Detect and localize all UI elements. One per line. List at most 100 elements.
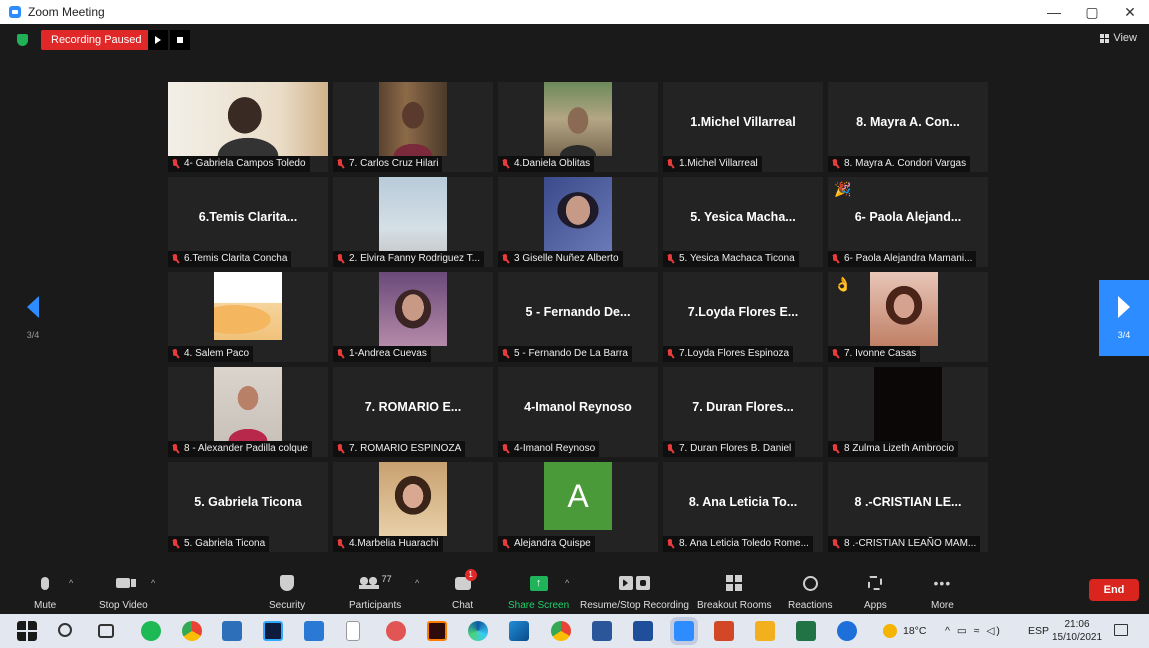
chat-unread-badge: 1 [464,569,477,581]
media-player-icon[interactable] [304,621,324,641]
participant-tile[interactable]: 7. ROMARIO E... 7. ROMARIO ESPINOZA [333,367,493,457]
illustrator-icon[interactable] [427,621,447,641]
chrome-icon[interactable] [182,621,202,641]
participant-tile[interactable]: 1-Andrea Cuevas [333,272,493,362]
next-page-button[interactable]: 3/4 [1099,280,1149,356]
participant-tile[interactable]: 4.Daniela Oblitas [498,82,658,172]
photos-icon[interactable] [509,621,529,641]
system-tray-icons[interactable]: ^ ▭ ≈ ◁) [945,614,1002,648]
participant-tile[interactable]: 8. Ana Leticia To... 8. Ana Leticia Toled… [663,462,823,552]
file-explorer-icon[interactable] [755,621,775,641]
participant-tile[interactable]: 👌 7. Ivonne Casas [828,272,988,362]
microphone-icon [41,576,50,590]
participant-tile[interactable]: 1.Michel Villarreal 1.Michel Villarreal [663,82,823,172]
security-shield-icon [280,575,295,591]
participant-tile[interactable]: 6.Temis Clarita... 6.Temis Clarita Concha [168,177,328,267]
participant-tile[interactable]: 5. Gabriela Ticona 5. Gabriela Ticona [168,462,328,552]
resume-stop-recording-button[interactable]: Resume/Stop Recording [580,572,689,611]
weather-widget[interactable]: 18°C [883,614,926,648]
participant-video [379,462,447,536]
photoshop-icon[interactable] [263,621,283,641]
notification-icon[interactable] [1114,624,1128,636]
help-icon[interactable] [837,621,857,641]
spotify-icon[interactable] [141,621,161,641]
view-label: View [1113,32,1137,44]
end-meeting-button[interactable]: End [1089,579,1139,601]
reactions-button[interactable]: Reactions [788,572,832,611]
close-button[interactable]: ✕ [1111,0,1149,24]
zoom-taskbar-icon[interactable] [674,621,694,641]
participant-name-label: 4. Salem Paco [168,346,254,362]
store-icon[interactable] [222,621,242,641]
chrome-profile-icon[interactable] [551,621,571,641]
participant-tile[interactable]: 5. Yesica Macha... 5. Yesica Machaca Tico… [663,177,823,267]
input-language[interactable]: ESP [1028,614,1049,648]
participant-tile[interactable]: 8 .-CRISTIAN LE... 8 .-CRISTIAN LEAÑO MAM… [828,462,988,552]
security-label: Security [269,600,306,611]
excel-icon[interactable] [796,621,816,641]
taskbar-clock[interactable]: 21:06 15/10/2021 [1051,618,1103,644]
clock-time: 21:06 [1064,619,1090,630]
stop-recording-button[interactable] [170,30,190,50]
apps-button[interactable]: Apps [864,572,887,611]
audio-options-caret[interactable]: ^ [69,578,73,588]
minimize-button[interactable]: — [1035,0,1073,24]
muted-mic-icon [831,159,839,169]
chat-button[interactable]: 1 Chat [452,569,477,611]
encryption-shield-icon[interactable] [17,34,28,46]
participant-name: 8. Ana Leticia Toledo Rome... [679,538,809,549]
participant-tile[interactable]: 4. Salem Paco [168,272,328,362]
previous-page-button[interactable]: 3/4 [8,280,58,356]
muted-mic-icon [171,159,179,169]
resume-recording-button[interactable] [148,30,168,50]
participant-tile[interactable]: 6- Paola Alejand... 🎉 6- Paola Alejandra M… [828,177,988,267]
more-button[interactable]: ••• More [931,572,954,611]
participant-tile[interactable]: 2. Elvira Fanny Rodriguez T... [333,177,493,267]
participant-tile[interactable]: 7. Duran Flores... 7. Duran Flores B. Dan… [663,367,823,457]
edge-icon[interactable] [468,621,488,641]
meeting-stage: Recording Paused View 3/4 4- Gabriela Ca… [8,24,1149,568]
participants-icon [358,577,379,589]
participant-video [379,177,447,251]
participant-tile[interactable]: 4-Imanol Reynoso 4-Imanol Reynoso [498,367,658,457]
word-icon[interactable] [592,621,612,641]
breakout-rooms-button[interactable]: Breakout Rooms [697,572,771,611]
share-screen-button[interactable]: ↑ Share Screen [508,572,569,611]
participant-tile[interactable]: 7.Loyda Flores E... 7.Loyda Flores Espino… [663,272,823,362]
participant-name-label: 8. Mayra A. Condori Vargas [828,156,971,172]
mute-button[interactable]: Mute [34,572,56,611]
file-icon[interactable] [346,621,360,641]
participant-tile[interactable]: 8. Mayra A. Con... 8. Mayra A. Condori Va… [828,82,988,172]
app-icon-red[interactable] [386,621,406,641]
view-button[interactable]: View [1100,32,1137,44]
chat-label: Chat [452,600,474,611]
participant-display-name: 6.Temis Clarita... [198,210,298,224]
participant-display-name: 7. ROMARIO E... [364,400,462,414]
participant-tile[interactable]: 5 - Fernando De... 5 - Fernando De La Bar… [498,272,658,362]
participants-button[interactable]: 77 Participants [349,572,401,611]
search-icon[interactable] [58,623,72,637]
security-button[interactable]: Security [269,572,305,611]
participant-tile[interactable]: 3 Giselle Nuñez Alberto [498,177,658,267]
muted-mic-icon [171,349,179,359]
participant-name-label: 8. Ana Leticia Toledo Rome... [663,536,813,552]
participant-tile[interactable]: 7. Carlos Cruz Hilari [333,82,493,172]
participant-tile[interactable]: 8 - Alexander Padilla colque [168,367,328,457]
stop-video-button[interactable]: Stop Video [99,572,148,611]
share-options-caret[interactable]: ^ [565,578,569,588]
participant-tile[interactable]: 4.Marbelia Huarachi [333,462,493,552]
participant-tile[interactable]: A Alejandra Quispe [498,462,658,552]
participant-tile[interactable]: 4- Gabriela Campos Toledo [168,82,328,172]
calendar-icon[interactable] [633,621,653,641]
more-dots-icon: ••• [933,575,952,591]
maximize-button[interactable]: ▢ [1073,0,1111,24]
windows-start-icon[interactable] [17,621,37,641]
powerpoint-icon[interactable] [714,621,734,641]
participant-name: 8. Mayra A. Condori Vargas [844,158,967,169]
participant-tile[interactable]: 8 Zulma Lizeth Ambrocio [828,367,988,457]
participant-name: 7. Duran Flores B. Daniel [679,443,792,454]
participant-video [379,82,447,156]
participants-options-caret[interactable]: ^ [415,578,419,588]
video-options-caret[interactable]: ^ [151,578,155,588]
task-view-icon[interactable] [98,624,114,638]
